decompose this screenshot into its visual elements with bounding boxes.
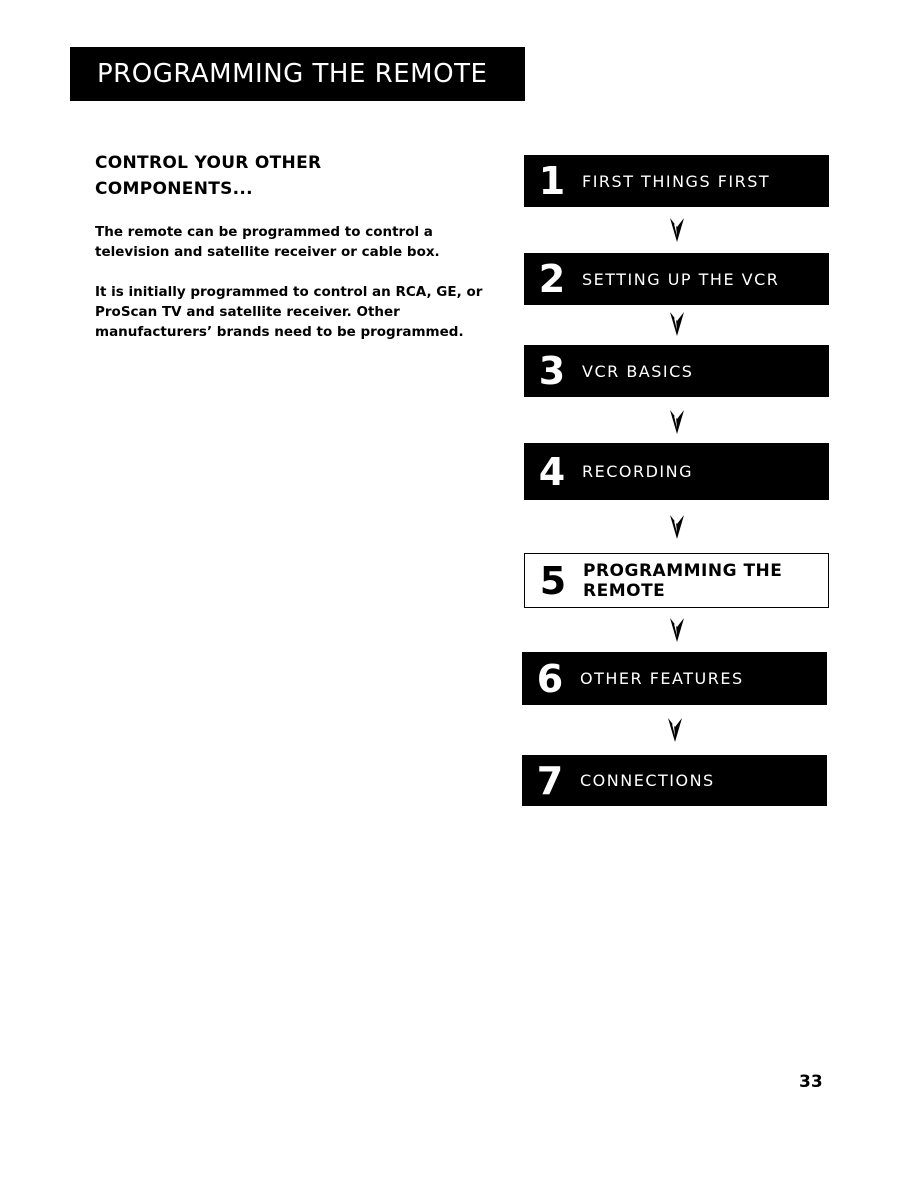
paragraph-1: The remote can be programmed to control … [95, 224, 440, 260]
step-label: FIRST THINGS FIRST [582, 171, 771, 191]
step-label: PROGRAMMING THE REMOTE [583, 560, 783, 601]
step-number: 7 [536, 758, 564, 803]
step-number: 5 [539, 558, 567, 603]
page-title: PROGRAMMING THE REMOTE [97, 59, 488, 89]
step-label: OTHER FEATURES [580, 669, 744, 688]
step-2-setting-up-the-vcr[interactable]: 2 SETTING UP THE VCR [524, 253, 829, 305]
step-3-vcr-basics[interactable]: 3 VCR BASICS [524, 345, 829, 397]
step-number: 2 [538, 257, 566, 301]
step-label: VCR BASICS [582, 361, 694, 381]
down-arrow-icon [670, 618, 684, 642]
step-number: 4 [538, 449, 566, 494]
step-label: RECORDING [582, 462, 694, 481]
down-arrow-icon [670, 218, 684, 242]
step-4-recording[interactable]: 4 RECORDING [524, 443, 829, 500]
section-heading: CONTROL YOUR OTHER COMPONENTS... [95, 150, 425, 202]
step-label: CONNECTIONS [580, 771, 715, 790]
down-arrow-icon [670, 312, 684, 336]
step-label: SETTING UP THE VCR [582, 269, 780, 289]
step-5-programming-the-remote[interactable]: 5 PROGRAMMING THE REMOTE [524, 553, 829, 608]
page-number: 33 [799, 1072, 823, 1092]
paragraph-2: It is initially programmed to control an… [95, 284, 483, 340]
page-title-bar: PROGRAMMING THE REMOTE [70, 47, 525, 101]
down-arrow-icon [668, 718, 682, 742]
step-7-connections[interactable]: 7 CONNECTIONS [522, 755, 827, 806]
step-number: 3 [538, 349, 566, 393]
section-heading-line-1: CONTROL YOUR OTHER [95, 153, 322, 173]
down-arrow-icon [670, 515, 684, 539]
step-1-first-things-first[interactable]: 1 FIRST THINGS FIRST [524, 155, 829, 207]
step-number: 1 [538, 159, 566, 203]
step-number: 6 [536, 656, 564, 701]
step-6-other-features[interactable]: 6 OTHER FEATURES [522, 652, 827, 705]
section-heading-line-2: COMPONENTS... [95, 179, 253, 199]
down-arrow-icon [670, 410, 684, 434]
